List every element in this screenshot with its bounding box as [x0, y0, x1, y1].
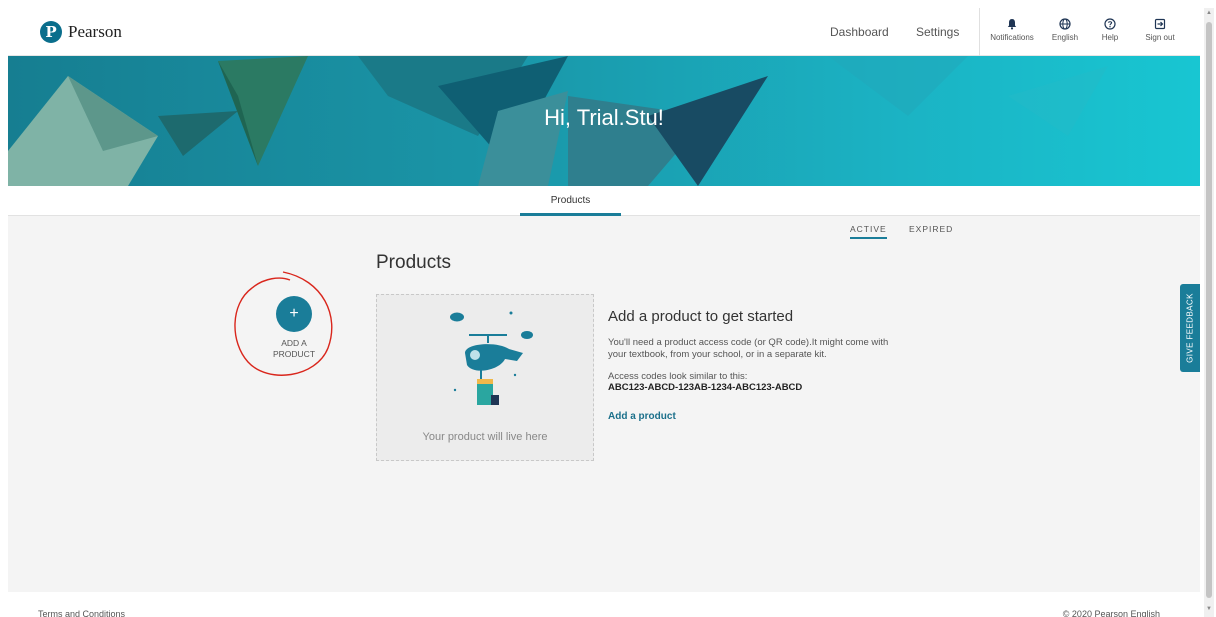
filter-expired[interactable]: EXPIRED: [909, 224, 953, 234]
helicopter-illustration: [450, 311, 533, 405]
add-product-label-line2: PRODUCT: [272, 348, 316, 359]
info-description: You'll need a product access code (or QR…: [608, 337, 889, 360]
sign-out-button[interactable]: Sign out: [1132, 18, 1188, 42]
nav-dashboard[interactable]: Dashboard: [830, 25, 889, 39]
products-main: ACTIVE EXPIRED + ADD A PRODUCT Products …: [8, 216, 1200, 592]
notifications-button[interactable]: Notifications: [984, 18, 1040, 42]
notifications-label: Notifications: [990, 33, 1034, 42]
pearson-logo-icon: P: [40, 21, 62, 43]
add-product-button[interactable]: +: [276, 296, 312, 332]
nav-divider: [979, 8, 980, 56]
greeting-heading: Hi, Trial.Stu!: [544, 105, 664, 130]
help-label: Help: [1101, 33, 1119, 42]
pearson-logo[interactable]: P Pearson: [40, 21, 122, 43]
help-icon: [1104, 18, 1116, 30]
scroll-down-icon[interactable]: ▼: [1204, 606, 1214, 612]
sign-out-label: Sign out: [1145, 33, 1175, 42]
scroll-thumb[interactable]: [1206, 22, 1212, 598]
scroll-up-icon[interactable]: ▲: [1204, 10, 1214, 16]
logo-text: Pearson: [68, 22, 122, 41]
terms-link[interactable]: Terms and Conditions: [38, 609, 125, 617]
tab-products[interactable]: Products: [520, 186, 621, 216]
add-product-info: Add a product to get started You'll need…: [608, 308, 908, 424]
give-feedback-button[interactable]: GIVE FEEDBACK: [1180, 284, 1200, 372]
products-heading: Products: [376, 252, 451, 273]
copyright-text: © 2020 Pearson English: [1062, 609, 1160, 617]
welcome-banner: Hi, Trial.Stu!: [8, 56, 1200, 186]
access-code-label: Access codes look similar to this:: [608, 370, 748, 382]
add-product-label-line1: ADD A: [281, 338, 307, 348]
sign-out-icon: [1154, 18, 1166, 30]
access-code-example: ABC123-ABCD-123AB-1234-ABC123-ABCD: [608, 381, 803, 393]
help-button[interactable]: Help: [1082, 18, 1138, 42]
footer: Terms and Conditions © 2020 Pearson Engl…: [8, 592, 1200, 617]
top-nav: P Pearson Dashboard Settings Notificatio…: [8, 8, 1200, 56]
language-label: English: [1051, 33, 1079, 42]
placeholder-text: Your product will live here: [422, 431, 548, 443]
add-product-label[interactable]: ADD A PRODUCT: [258, 338, 330, 359]
globe-icon: [1059, 18, 1071, 30]
nav-settings[interactable]: Settings: [916, 25, 959, 39]
info-heading: Add a product to get started: [608, 308, 794, 325]
add-product-link[interactable]: Add a product: [608, 411, 676, 422]
feedback-label: GIVE FEEDBACK: [1185, 293, 1195, 363]
bell-icon: [1007, 19, 1017, 30]
filter-active[interactable]: ACTIVE: [850, 224, 887, 239]
product-placeholder-card: Your product will live here: [376, 294, 594, 461]
section-tabs: Products: [8, 186, 1200, 216]
page-scrollbar[interactable]: ▲ ▼: [1204, 8, 1214, 617]
